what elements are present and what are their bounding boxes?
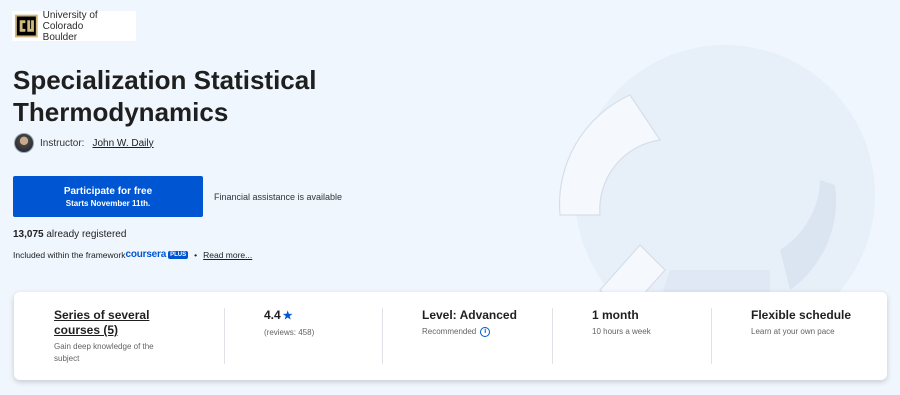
series-courses-link[interactable]: Series of several courses (5) (54, 308, 164, 338)
schedule-subtitle: Learn at your own pace (751, 327, 835, 336)
level-recommended: Recommended (422, 327, 477, 336)
page-title: Specialization Statistical Thermodynamic… (13, 65, 317, 127)
schedule-title: Flexible schedule (751, 308, 852, 322)
rating-reviews: (reviews: 458) (264, 328, 315, 337)
separator-dot: • (194, 249, 198, 260)
financial-aid-link[interactable]: Financial assistance is available (214, 192, 342, 202)
info-cell-series: Series of several courses (5) Gain deep … (14, 292, 224, 380)
included-in-plus: Included within the framework coursera P… (13, 249, 252, 260)
enroll-button-label: Participate for free (63, 185, 153, 197)
info-cell-schedule: Flexible schedule Learn at your own pace (711, 292, 887, 380)
level-title: Level: Advanced (422, 308, 517, 322)
star-icon: ★ (282, 310, 293, 322)
enroll-button-start-date: Starts November 11th. (65, 198, 151, 208)
info-cell-rating: 4.4 ★ (reviews: 458) (224, 292, 382, 380)
university-logo[interactable]: University of Colorado Boulder (12, 10, 136, 43)
level-subtitle: Recommended i (422, 326, 552, 338)
info-cell-duration: 1 month 10 hours a week (552, 292, 711, 380)
read-more-link[interactable]: Read more... (203, 250, 252, 260)
included-prefix: Included within the framework (13, 249, 126, 260)
rating-number: 4.4 (264, 308, 281, 322)
series-subtitle: Gain deep knowledge of the subject (54, 342, 154, 363)
info-cell-level: Level: Advanced Recommended i (382, 292, 552, 380)
instructor-link[interactable]: John W. Daily (92, 138, 153, 149)
university-name-line1: University of Colorado (42, 9, 98, 32)
instructor-avatar[interactable] (14, 133, 34, 153)
instructor-label: Instructor: (40, 137, 85, 149)
university-name: University of Colorado Boulder (43, 10, 136, 43)
rating-value: 4.4 ★ (264, 308, 382, 324)
duration-subtitle: 10 hours a week (592, 327, 651, 336)
registered-count: 13,075 already registered (13, 229, 126, 240)
plus-badge: PLUS (168, 250, 189, 259)
coursera-brand: coursera (125, 249, 167, 260)
info-icon[interactable]: i (480, 326, 491, 337)
duration-title: 1 month (592, 308, 639, 322)
university-name-line2: Boulder (42, 31, 78, 43)
cu-boulder-logo-icon (14, 14, 38, 38)
course-info-card: Series of several courses (5) Gain deep … (14, 292, 887, 380)
registered-suffix: already registered (46, 229, 127, 240)
instructor-row: Instructor: John W. Daily (14, 133, 154, 153)
enroll-button[interactable]: Participate for free Starts November 11t… (13, 176, 203, 217)
registered-number: 13,075 (13, 229, 44, 240)
